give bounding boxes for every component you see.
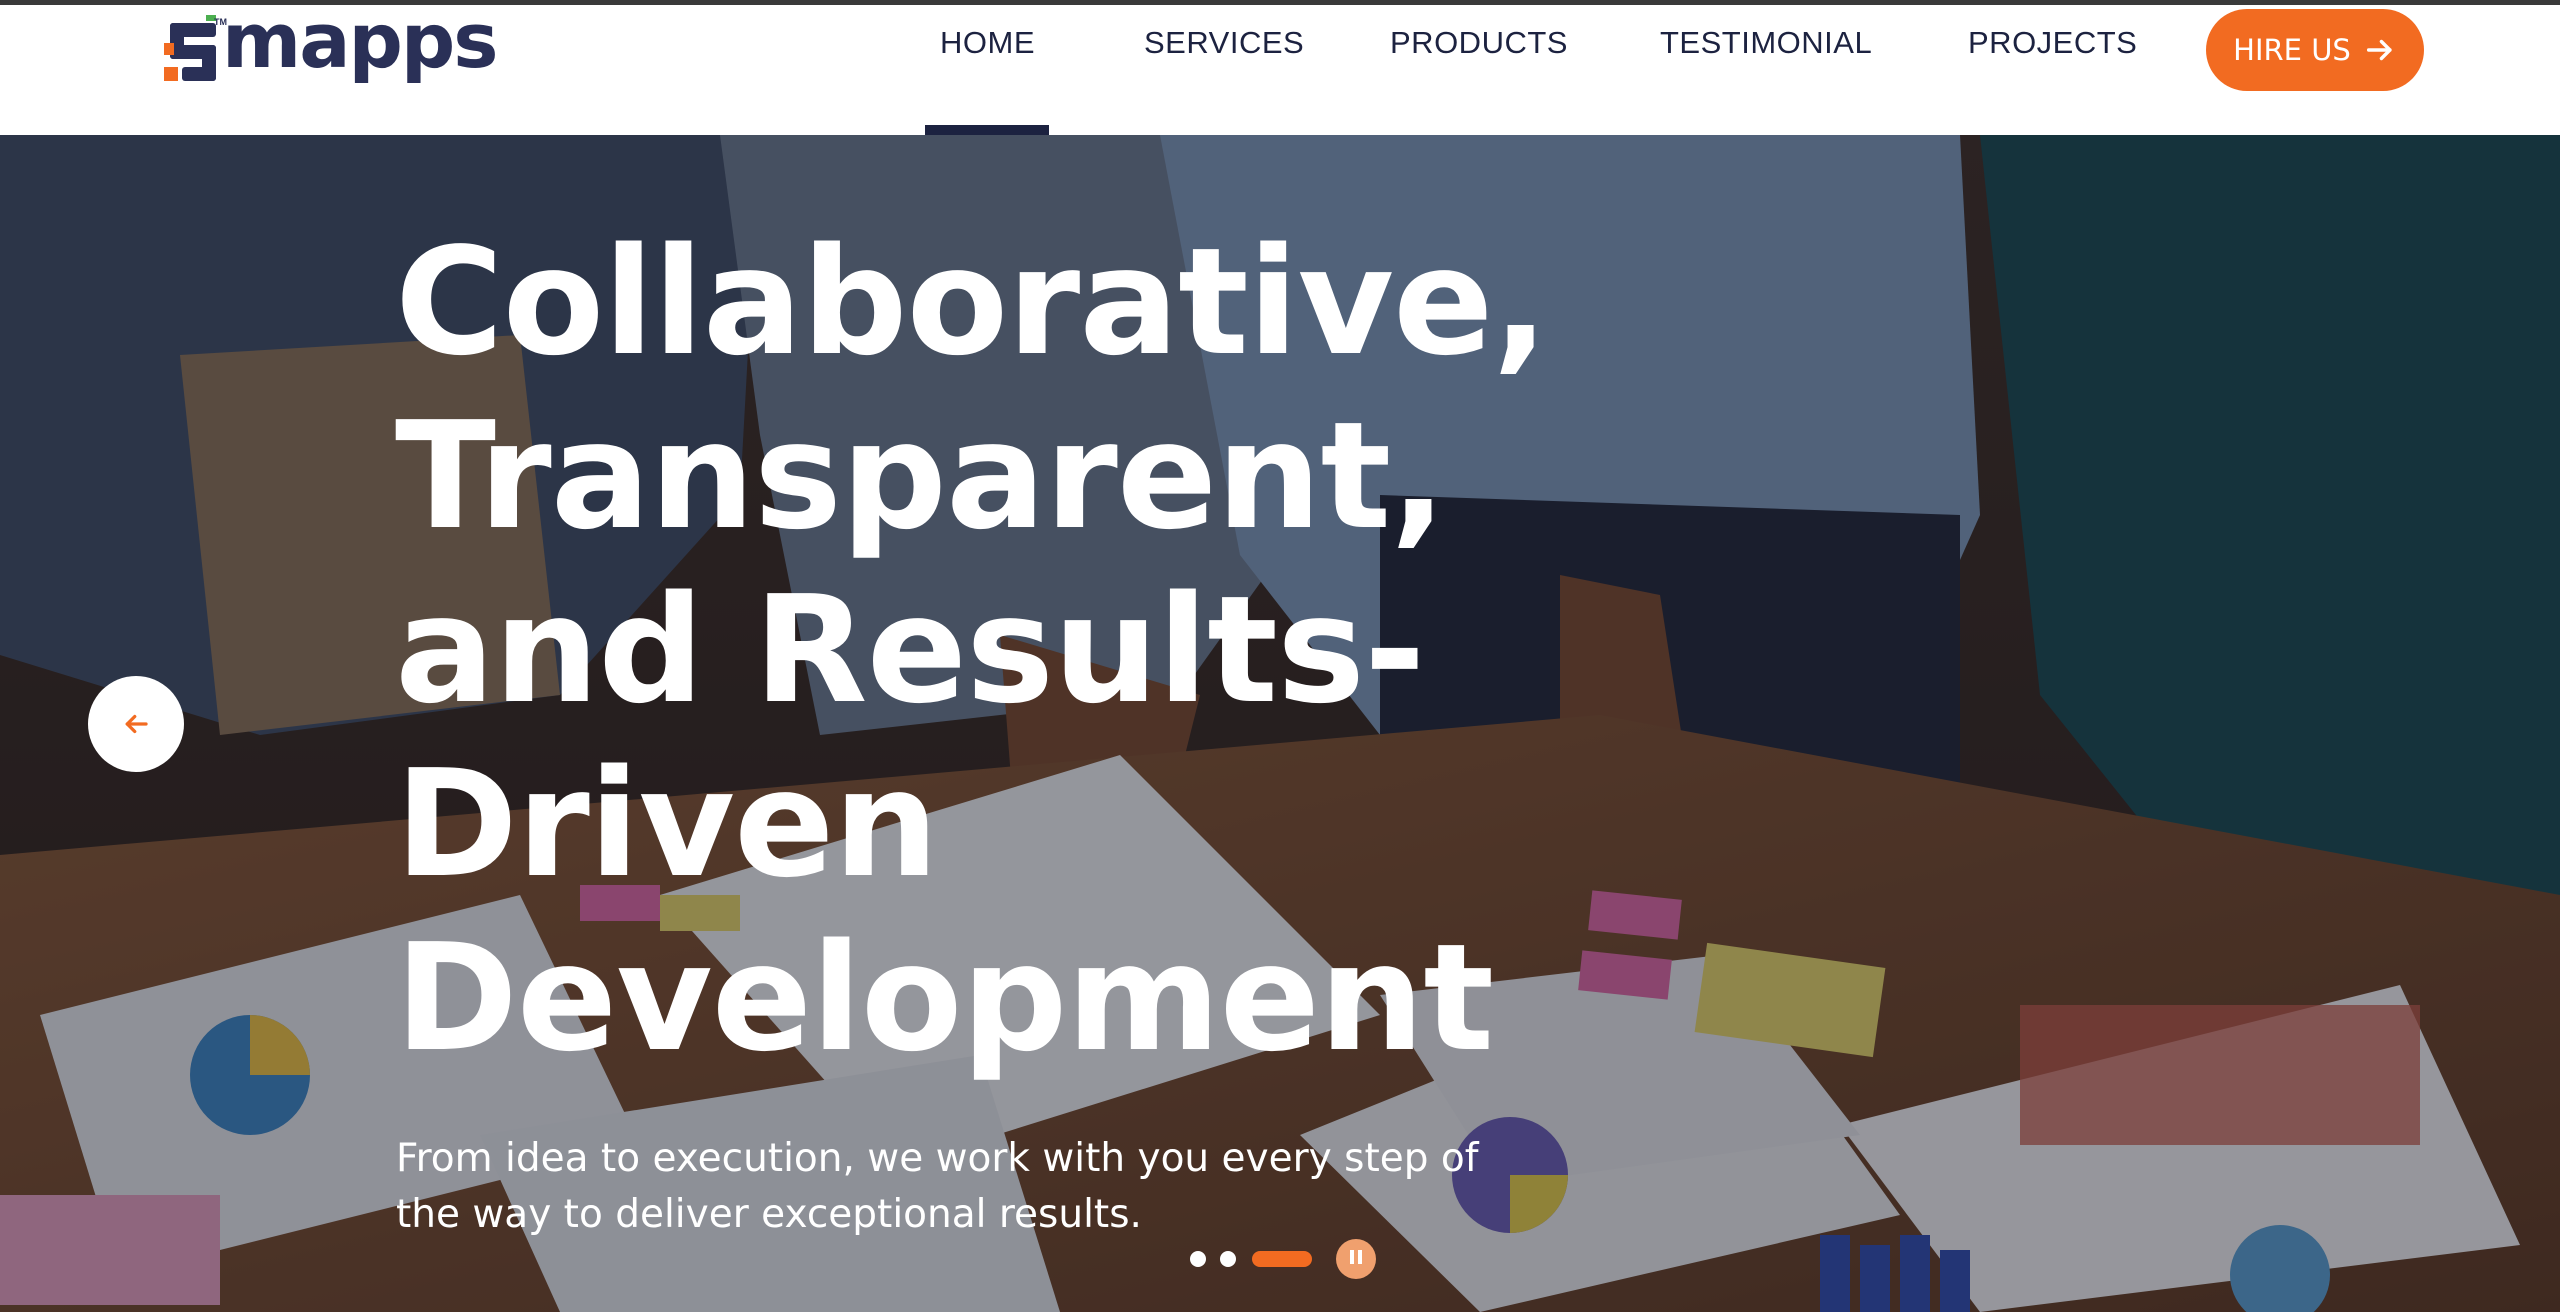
slider-pagination	[0, 1239, 2560, 1279]
nav-item-projects[interactable]: PROJECTS	[1968, 25, 2137, 61]
slide-dot-1[interactable]	[1190, 1251, 1206, 1267]
nav-item-services[interactable]: SERVICES	[1144, 25, 1304, 61]
logo-mark-icon	[164, 15, 216, 81]
previous-slide-button[interactable]	[88, 676, 184, 772]
logo[interactable]: TM mapps	[162, 3, 522, 85]
hire-us-label: HIRE US	[2233, 33, 2351, 67]
hero-title-line: Driven	[395, 738, 939, 910]
slide-dot-3-active[interactable]	[1252, 1251, 1312, 1267]
hero-section: Collaborative, Transparent, and Results-…	[0, 135, 2560, 1312]
logo-text: mapps	[222, 0, 499, 85]
hire-us-button[interactable]: HIRE US	[2206, 9, 2424, 91]
hero-title: Collaborative, Transparent, and Results-…	[395, 215, 1595, 1085]
hero-title-line: and Results-	[395, 564, 1426, 736]
slide-dot-2[interactable]	[1220, 1251, 1236, 1267]
pause-icon	[1348, 1249, 1364, 1269]
hero-title-line: Development	[395, 912, 1494, 1084]
hero-subtitle: From idea to execution, we work with you…	[396, 1136, 1479, 1237]
nav-item-home[interactable]: HOME	[940, 25, 1035, 61]
arrow-right-icon	[2366, 39, 2392, 61]
arrow-left-icon	[125, 714, 148, 734]
site-header: TM mapps HOME SERVICES PRODUCTS TESTIMON…	[0, 3, 2560, 136]
nav-item-testimonial[interactable]: TESTIMONIAL	[1660, 25, 1872, 61]
hero-title-line: Collaborative,	[395, 216, 1549, 388]
nav-item-products[interactable]: PRODUCTS	[1390, 25, 1568, 61]
hero-title-line: Transparent,	[395, 390, 1447, 562]
pause-slider-button[interactable]	[1336, 1239, 1376, 1279]
